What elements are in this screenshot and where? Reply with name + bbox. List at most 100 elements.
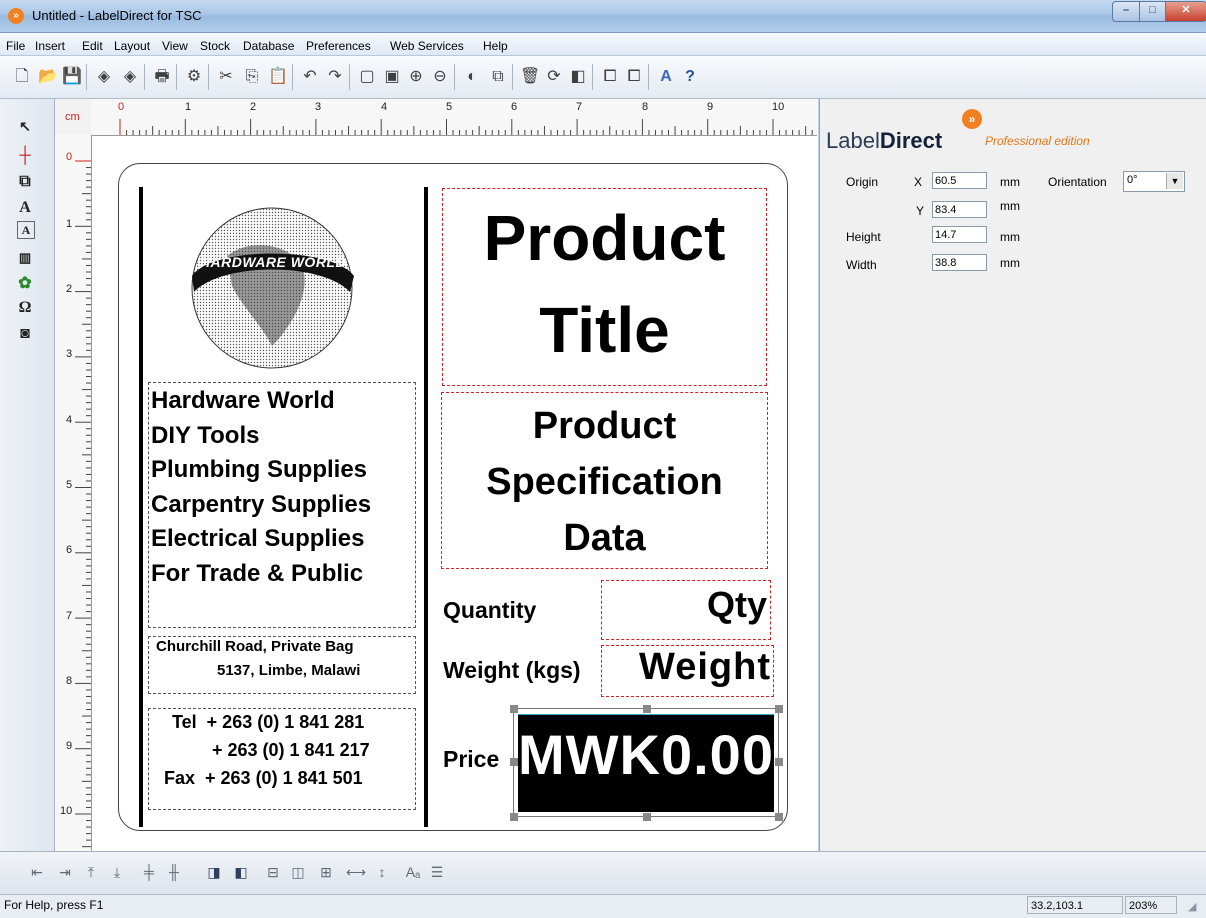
globe-logo-graphic	[191, 207, 354, 369]
delete-icon[interactable]: 🗑	[520, 67, 540, 87]
selection-handle[interactable]	[510, 758, 518, 766]
text-style-icon[interactable]: A	[656, 67, 676, 87]
resize-grip-icon[interactable]: ◢	[1188, 900, 1196, 913]
ruler-number: 10	[60, 805, 73, 817]
stock-save-icon[interactable]: ◈	[120, 67, 140, 87]
toolbar-separator	[208, 64, 209, 90]
selection-handle[interactable]	[510, 705, 518, 713]
weight-label[interactable]: Weight (kgs)	[443, 657, 581, 684]
stock-open-icon[interactable]: ◈	[94, 67, 114, 87]
open-icon[interactable]: 📂	[38, 67, 58, 87]
rectangle-tool-icon[interactable]: ⧉	[14, 171, 36, 193]
bring-front-icon[interactable]: ◧	[568, 67, 588, 87]
selection-handle[interactable]	[775, 758, 783, 766]
print-icon[interactable]: 🖶	[152, 67, 172, 87]
preview-icon[interactable]: ◐	[462, 67, 482, 87]
space-across-icon[interactable]: ⊟	[262, 862, 284, 882]
brand-name: LabelDirect	[826, 128, 942, 154]
align-top-icon[interactable]: ⤒	[80, 862, 102, 882]
center-page-icon[interactable]: ⊞	[315, 862, 337, 882]
drawing-toolstrip: ↖ ┼ ⧉ A A ▥ ✿ Ω ◙	[0, 99, 55, 851]
orientation-label: Orientation	[1048, 175, 1107, 189]
rotate-icon[interactable]: ⟳	[544, 67, 564, 87]
new-icon[interactable]: 🗋	[12, 67, 32, 87]
height-input[interactable]: 14.7	[932, 226, 987, 243]
selection-handle[interactable]	[643, 705, 651, 713]
paste-icon[interactable]: 📋	[268, 67, 288, 87]
label-divider-bar[interactable]	[424, 187, 428, 827]
ruler-number: 7	[576, 101, 583, 113]
group-icon[interactable]: ⧉	[488, 67, 508, 87]
selection-handle[interactable]	[643, 813, 651, 821]
menu-help[interactable]: Help	[483, 39, 508, 53]
price-label[interactable]: Price	[443, 746, 499, 773]
ruler-number: 2	[66, 283, 73, 295]
minimize-button[interactable]: –	[1112, 1, 1140, 22]
help-icon[interactable]: ?	[680, 67, 700, 87]
menu-web-services[interactable]: Web Services	[390, 39, 464, 53]
distribute-horizontal-icon[interactable]: ⟷	[345, 862, 367, 882]
redo-icon[interactable]: ↷	[325, 67, 345, 87]
origin-label: Origin	[846, 175, 879, 189]
cut-icon[interactable]: ✂	[216, 67, 236, 87]
symbol-tool-icon[interactable]: Ω	[14, 297, 36, 319]
textbox-tool-icon[interactable]: A	[17, 221, 35, 239]
origin-y-input[interactable]: 83.4	[932, 201, 987, 218]
maximize-button[interactable]: □	[1139, 1, 1166, 22]
orientation-select[interactable]: 0° ▼	[1123, 171, 1185, 192]
print-setup-icon[interactable]: ⚙	[184, 67, 204, 87]
same-width-icon[interactable]: ◨	[203, 862, 225, 882]
center-horizontal-icon[interactable]: ╫	[163, 862, 185, 882]
close-button[interactable]: ✕	[1165, 1, 1206, 22]
center-vertical-icon[interactable]: ╪	[138, 862, 160, 882]
selection-handle[interactable]	[775, 813, 783, 821]
label-left-bar[interactable]	[139, 187, 143, 827]
window-title: Untitled - LabelDirect for TSC	[32, 8, 202, 23]
copy-icon[interactable]: ⎘	[242, 67, 262, 87]
width-input[interactable]: 38.8	[932, 254, 987, 271]
ruler-number: 4	[66, 414, 73, 426]
zoom-in-icon[interactable]: ⊕	[406, 67, 426, 87]
origin-x-input[interactable]: 60.5	[932, 172, 987, 189]
menu-preferences[interactable]: Preferences	[306, 39, 371, 53]
height-unit: mm	[1000, 230, 1020, 244]
barcode-tool-icon[interactable]: ▥	[14, 247, 36, 269]
menu-stock[interactable]: Stock	[200, 39, 230, 53]
actual-size-icon[interactable]: ▣	[382, 67, 402, 87]
picture-tool-icon[interactable]: ✿	[14, 273, 36, 295]
text-tool-icon[interactable]: A	[14, 197, 36, 219]
space-down-icon[interactable]: ◫	[287, 862, 309, 882]
app-logo-icon[interactable]: »	[8, 8, 24, 24]
menu-edit[interactable]: Edit	[82, 39, 103, 53]
menu-layout[interactable]: Layout	[114, 39, 150, 53]
line-tool-icon[interactable]: ┼	[14, 145, 36, 167]
chevron-down-icon[interactable]: ▼	[1166, 173, 1183, 189]
save-icon[interactable]: 💾	[62, 67, 82, 87]
distribute-vertical-icon[interactable]: ↕	[371, 862, 393, 882]
quantity-label[interactable]: Quantity	[443, 597, 536, 624]
align-right-icon[interactable]: ⇥	[54, 862, 76, 882]
align-bottom-icon[interactable]: ⤓	[106, 862, 128, 882]
undo-icon[interactable]: ↶	[300, 67, 320, 87]
arrange-backward-icon[interactable]: ⧠	[624, 67, 644, 87]
zoom-out-icon[interactable]: ⊖	[430, 67, 450, 87]
line-spacing-icon[interactable]: ☰	[426, 862, 448, 882]
selection-handle[interactable]	[510, 813, 518, 821]
pointer-icon[interactable]: ↖	[14, 115, 36, 137]
menu-view[interactable]: View	[162, 39, 188, 53]
menu-insert[interactable]: Insert	[35, 39, 65, 53]
shape-tool-icon[interactable]: ◙	[14, 323, 36, 345]
arrange-forward-icon[interactable]: ⧠	[600, 67, 620, 87]
font-size-icon[interactable]: Aₐ	[402, 862, 424, 882]
address-line: Churchill Road, Private Bag	[156, 638, 354, 655]
hardware-world-logo[interactable]: HARDWARE WORLD	[172, 196, 372, 374]
page-view-icon[interactable]: ▢	[357, 67, 377, 87]
menu-file[interactable]: File	[6, 39, 25, 53]
company-line: Plumbing Supplies	[151, 456, 368, 483]
menu-database[interactable]: Database	[243, 39, 294, 53]
align-left-icon[interactable]: ⇤	[26, 862, 48, 882]
toolbar-separator	[592, 64, 593, 90]
same-height-icon[interactable]: ◧	[230, 862, 252, 882]
x-unit: mm	[1000, 175, 1020, 189]
selection-handle[interactable]	[775, 705, 783, 713]
